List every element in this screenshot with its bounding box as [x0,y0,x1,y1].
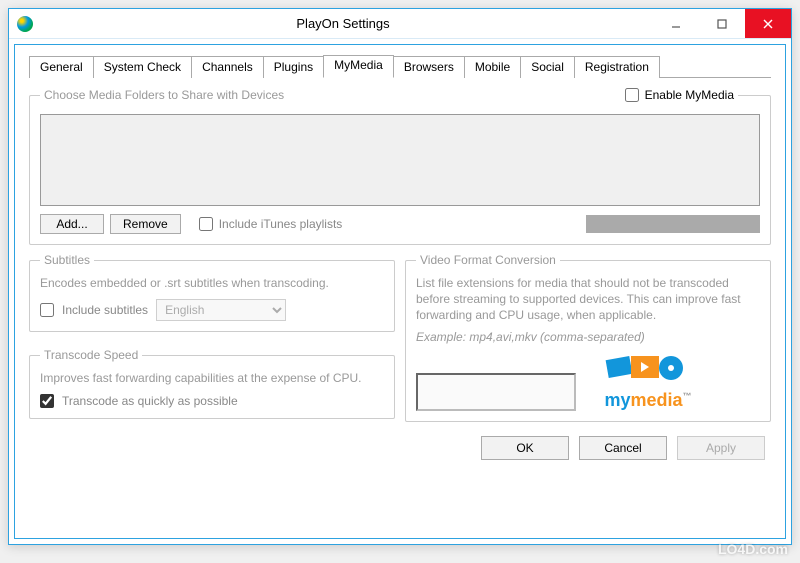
minimize-button[interactable] [653,9,699,38]
enable-mymedia-label: Enable MyMedia [645,88,734,102]
subtitles-group: Subtitles Encodes embedded or .srt subti… [29,253,395,332]
tabstrip: General System Check Channels Plugins My… [29,55,771,78]
video-format-legend: Video Format Conversion [416,253,560,267]
tab-browsers[interactable]: Browsers [393,56,465,78]
ok-button[interactable]: OK [481,436,569,460]
apply-button[interactable]: Apply [677,436,765,460]
media-folders-legend: Choose Media Folders to Share with Devic… [40,88,738,102]
remove-folder-button[interactable]: Remove [110,214,181,234]
trademark-icon: ™ [683,391,692,401]
video-format-desc: List file extensions for media that shou… [416,275,760,324]
tab-system-check[interactable]: System Check [93,56,192,78]
app-icon [17,16,33,32]
mymedia-logo: mymedia™ [588,350,708,411]
tab-plugins[interactable]: Plugins [263,56,324,78]
subtitles-legend: Subtitles [40,253,94,267]
media-folders-group: Choose Media Folders to Share with Devic… [29,88,771,245]
close-button[interactable] [745,9,791,38]
titlebar: PlayOn Settings [9,9,791,39]
tab-registration[interactable]: Registration [574,56,660,78]
tab-general[interactable]: General [29,56,94,78]
window-title: PlayOn Settings [33,16,653,31]
tab-channels[interactable]: Channels [191,56,264,78]
enable-mymedia-checkbox[interactable] [625,88,639,102]
subtitles-desc: Encodes embedded or .srt subtitles when … [40,275,384,291]
tab-mobile[interactable]: Mobile [464,56,521,78]
dialog-buttons: OK Cancel Apply [29,432,771,462]
tab-mymedia[interactable]: MyMedia [323,55,394,78]
include-itunes-label: Include iTunes playlists [219,217,343,231]
tab-social[interactable]: Social [520,56,575,78]
transcode-desc: Improves fast forwarding capabilities at… [40,370,384,386]
watermark: LO4D.com [718,541,788,557]
extensions-input[interactable] [416,373,576,411]
mymedia-logo-text: mymedia™ [588,390,708,411]
video-format-example: Example: mp4,avi,mkv (comma-separated) [416,330,760,344]
progress-bar [586,215,760,233]
include-itunes-checkbox[interactable] [199,217,213,231]
mymedia-logo-icons [588,350,708,390]
include-subtitles-label: Include subtitles [62,303,148,317]
transcode-group: Transcode Speed Improves fast forwarding… [29,348,395,419]
cancel-button[interactable]: Cancel [579,436,667,460]
settings-window: PlayOn Settings General System Check Cha… [8,8,792,545]
include-subtitles-checkbox[interactable] [40,303,54,317]
client-area: General System Check Channels Plugins My… [14,44,786,539]
transcode-legend: Transcode Speed [40,348,142,362]
add-folder-button[interactable]: Add... [40,214,104,234]
media-folders-legend-text: Choose Media Folders to Share with Devic… [44,88,284,102]
media-folders-listbox[interactable] [40,114,760,206]
maximize-button[interactable] [699,9,745,38]
transcode-fast-label: Transcode as quickly as possible [62,394,238,408]
transcode-fast-checkbox[interactable] [40,394,54,408]
window-controls [653,9,791,38]
subtitle-language-select[interactable]: English [156,299,286,321]
video-format-group: Video Format Conversion List file extens… [405,253,771,422]
